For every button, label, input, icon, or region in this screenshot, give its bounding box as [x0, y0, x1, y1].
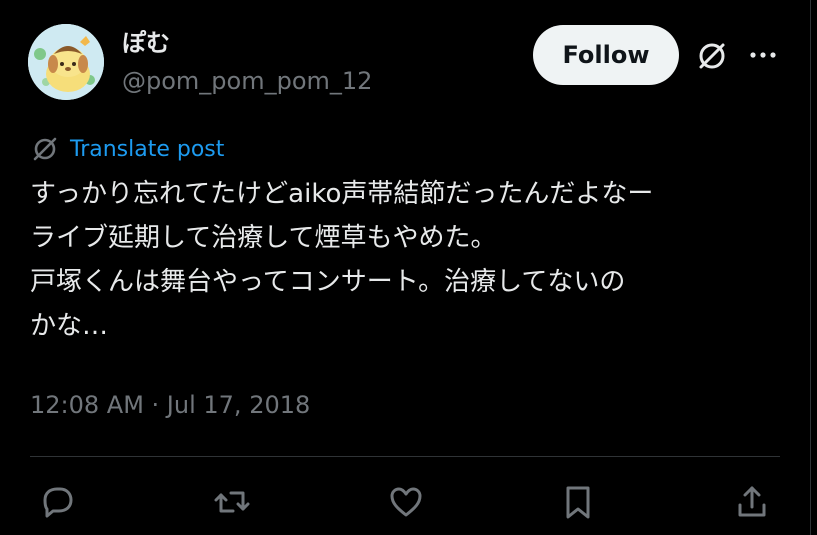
user-handle[interactable]: @pom_pom_pom_12: [122, 66, 372, 96]
pompompurin-avatar-icon: [28, 24, 104, 100]
column-border: [810, 0, 811, 535]
post-timestamp[interactable]: 12:08 AM · Jul 17, 2018: [30, 388, 310, 422]
post-text-line: すっかり忘れてたけどaiko声帯結節だったんだよなー: [30, 179, 654, 209]
like-button[interactable]: [386, 482, 426, 522]
reply-icon: [43, 487, 73, 518]
follow-button[interactable]: Follow: [533, 25, 679, 85]
post-text-line: 戸塚くんは舞台やってコンサート。治療してないの: [30, 267, 626, 297]
grok-icon[interactable]: [694, 38, 730, 74]
share-button[interactable]: [732, 482, 772, 522]
like-icon: [390, 487, 422, 517]
avatar[interactable]: [28, 24, 104, 100]
post-text-line: かな…: [30, 311, 109, 341]
translate-icon: [33, 137, 57, 161]
reply-button[interactable]: [38, 482, 78, 522]
post-text: すっかり忘れてたけどaiko声帯結節だったんだよなー ライブ延期して治療して煙草…: [30, 172, 790, 348]
more-icon[interactable]: [748, 42, 778, 68]
divider: [30, 456, 780, 457]
translate-post-label[interactable]: Translate post: [70, 137, 224, 162]
bookmark-button[interactable]: [558, 482, 598, 522]
display-name[interactable]: ぽむ: [122, 28, 170, 58]
post-text-line: ライブ延期して治療して煙草もやめた。: [30, 223, 497, 253]
repost-icon: [214, 491, 250, 513]
bookmark-icon: [566, 486, 590, 519]
translate-post-link[interactable]: Translate post: [30, 133, 224, 165]
share-icon: [738, 486, 766, 517]
repost-button[interactable]: [212, 482, 252, 522]
